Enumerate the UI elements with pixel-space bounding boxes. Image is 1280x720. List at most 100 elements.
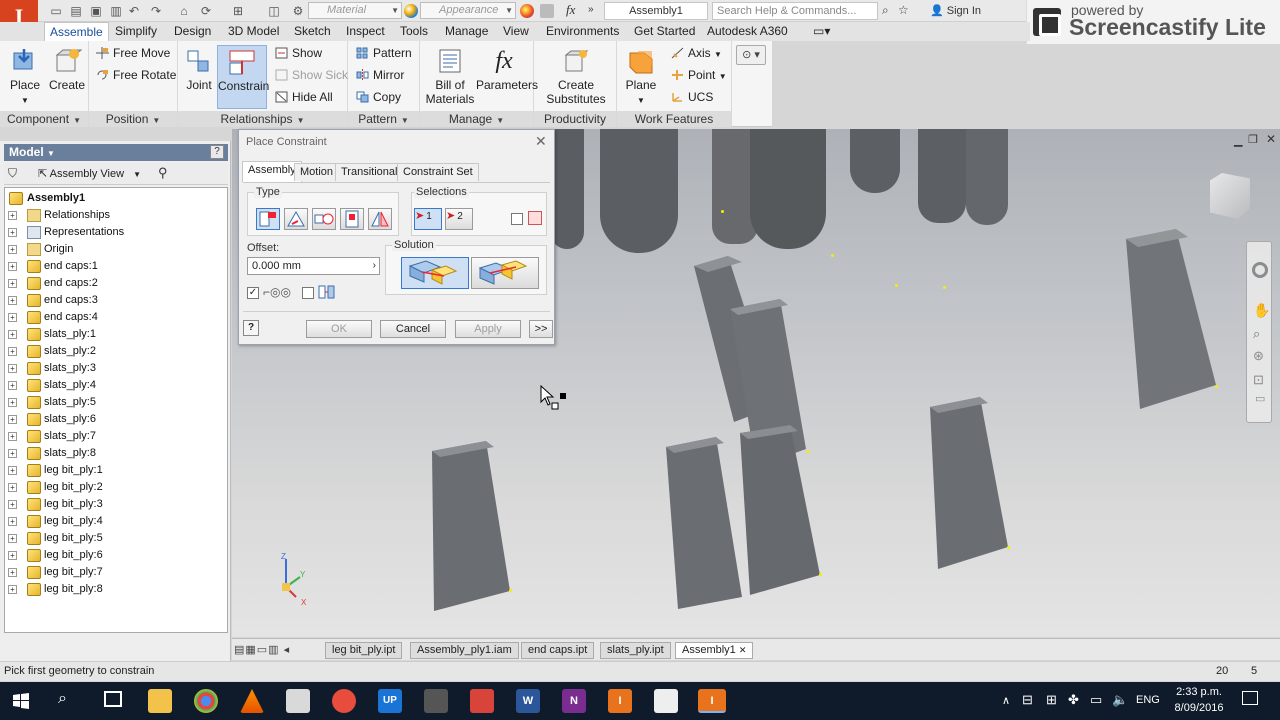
work-point[interactable] (509, 589, 512, 592)
select-icon[interactable]: ⊞ (230, 3, 246, 19)
update-icon[interactable]: ⟳ (198, 3, 214, 19)
doc-tab-slats-ply[interactable]: slats_ply.ipt (600, 642, 671, 659)
mate-solution-button[interactable] (401, 257, 469, 289)
apply-button[interactable]: Apply (455, 320, 521, 338)
slat-part[interactable] (1126, 229, 1216, 409)
file-explorer-icon[interactable] (148, 689, 172, 713)
minimize-viewport-icon[interactable]: ▁ (1234, 134, 1242, 147)
expand-icon[interactable]: + (8, 568, 17, 577)
create-substitutes-button[interactable]: Create Substitutes (542, 45, 610, 109)
tab-assembly[interactable]: Assembly (242, 161, 302, 182)
appearance-icon[interactable] (404, 4, 418, 18)
tangent-constraint-button[interactable] (312, 208, 336, 230)
hide-all-button[interactable]: Hide All (273, 88, 333, 106)
tab-environments[interactable]: Environments (541, 22, 624, 41)
sign-in-link[interactable]: 👤 Sign In (930, 3, 981, 19)
overflow-icon[interactable]: » (588, 4, 594, 15)
model-help-button[interactable]: ? (210, 145, 224, 159)
inventor-icon[interactable]: I (608, 689, 632, 713)
model-browser-header[interactable]: Model ▼ (4, 144, 228, 161)
work-point[interactable] (807, 450, 810, 453)
expand-icon[interactable]: + (8, 296, 17, 305)
tray-chevron-icon[interactable]: ∧ (1002, 694, 1010, 707)
pan-icon[interactable]: ✋ (1253, 302, 1270, 319)
app-white-icon[interactable] (654, 689, 678, 713)
joint-button[interactable]: Joint (180, 45, 218, 109)
show-preview-checkbox[interactable]: ✓ (247, 287, 259, 299)
tab-get-started[interactable]: Get Started (629, 22, 700, 41)
offset-input[interactable]: 0.000 mm › (247, 257, 380, 275)
search-icon[interactable]: ⌕ (58, 690, 67, 708)
show-sick-button[interactable]: Show Sick (273, 66, 348, 84)
tab-assemble[interactable]: Assemble (44, 22, 109, 41)
mate-constraint-button[interactable] (256, 208, 280, 230)
expand-icon[interactable]: + (8, 347, 17, 356)
expand-icon[interactable]: + (8, 398, 17, 407)
adjust-icon[interactable] (520, 4, 534, 18)
tray-app-icon[interactable]: ✤ (1068, 692, 1079, 708)
doc-tab-assembly-ply1[interactable]: Assembly_ply1.iam (410, 642, 519, 659)
look-at-icon[interactable]: ⊡ (1253, 372, 1264, 388)
find-icon[interactable]: ⚲ (158, 165, 168, 181)
tab-motion[interactable]: Motion (294, 163, 340, 181)
expand-icon[interactable]: + (8, 551, 17, 560)
copy-button[interactable]: Copy (354, 88, 401, 106)
settings-icon[interactable]: ⚙ (290, 3, 306, 19)
tab-3d-model[interactable]: 3D Model (223, 22, 284, 41)
tab-design[interactable]: Design (169, 22, 216, 41)
language-indicator[interactable]: ENG (1136, 694, 1160, 706)
battery-icon[interactable]: ▭ (1090, 692, 1102, 708)
material-dropdown[interactable]: Material ▼ (308, 2, 402, 19)
symmetry-constraint-button[interactable] (368, 208, 392, 230)
point-button[interactable]: Point ▼ (669, 66, 727, 84)
volume-icon[interactable]: 🔈 (1112, 692, 1128, 708)
manage-panel-label[interactable]: Manage ▼ (420, 111, 533, 127)
expand-icon[interactable]: + (8, 262, 17, 271)
nav-options-icon[interactable]: ▭ (1255, 392, 1265, 405)
free-rotate-button[interactable]: Free Rotate (94, 66, 176, 84)
expand-icon[interactable]: + (8, 211, 17, 220)
undo-icon[interactable]: ↶ (126, 3, 142, 19)
expand-icon[interactable]: + (8, 279, 17, 288)
dialog-help-button[interactable]: ? (243, 320, 259, 336)
app-red-icon[interactable] (332, 689, 356, 713)
expand-icon[interactable]: + (8, 500, 17, 509)
work-point[interactable] (819, 573, 822, 576)
work-point[interactable] (831, 254, 834, 257)
expand-icon[interactable]: + (8, 381, 17, 390)
snipping-tool-icon[interactable] (286, 689, 310, 713)
doc-tab-assembly1[interactable]: Assembly1 ✕ (675, 642, 754, 659)
star-icon[interactable]: ☆ (898, 3, 909, 17)
tab-autodesk-a360[interactable]: Autodesk A360 (702, 22, 793, 41)
flush-solution-button[interactable] (471, 257, 539, 289)
place-button[interactable]: Place ▼ (3, 45, 47, 109)
cancel-button[interactable]: Cancel (380, 320, 446, 338)
expand-icon[interactable]: + (8, 483, 17, 492)
tab-simplify[interactable]: Simplify (110, 22, 162, 41)
tab-inspect[interactable]: Inspect (341, 22, 390, 41)
tray-network-icon[interactable]: ⊟ (1022, 692, 1033, 708)
assembly-view-dropdown[interactable]: ⇱ Assembly View ▼ (38, 167, 141, 180)
tab-view[interactable]: View (498, 22, 534, 41)
expand-icon[interactable]: + (8, 466, 17, 475)
steering-wheel-icon[interactable] (1252, 262, 1268, 278)
selection-2-button[interactable]: ➤ 2 (445, 208, 473, 230)
fx-icon[interactable]: fx (566, 2, 575, 18)
save-icon[interactable]: ▣ (88, 3, 104, 19)
tab-sketch[interactable]: Sketch (289, 22, 336, 41)
doc-tab-end-caps[interactable]: end caps.ipt (521, 642, 595, 659)
expand-icon[interactable]: + (8, 415, 17, 424)
clear-icon[interactable] (540, 4, 554, 18)
save-as-icon[interactable]: ▥ (108, 3, 124, 19)
expand-icon[interactable]: + (8, 517, 17, 526)
search-icon[interactable]: ⌕ (882, 3, 889, 18)
ucs-button[interactable]: UCS (669, 88, 713, 106)
orbit-icon[interactable]: ⊛ (1253, 348, 1264, 364)
expand-icon[interactable]: + (8, 534, 17, 543)
create-button[interactable]: Create (45, 45, 89, 109)
expand-icon[interactable]: + (8, 245, 17, 254)
windows-start-icon[interactable] (13, 693, 29, 709)
work-point[interactable] (895, 284, 898, 287)
ribbon-options-icon[interactable]: ▭▾ (808, 22, 835, 41)
filter-icon[interactable]: ⛉ (8, 166, 17, 181)
